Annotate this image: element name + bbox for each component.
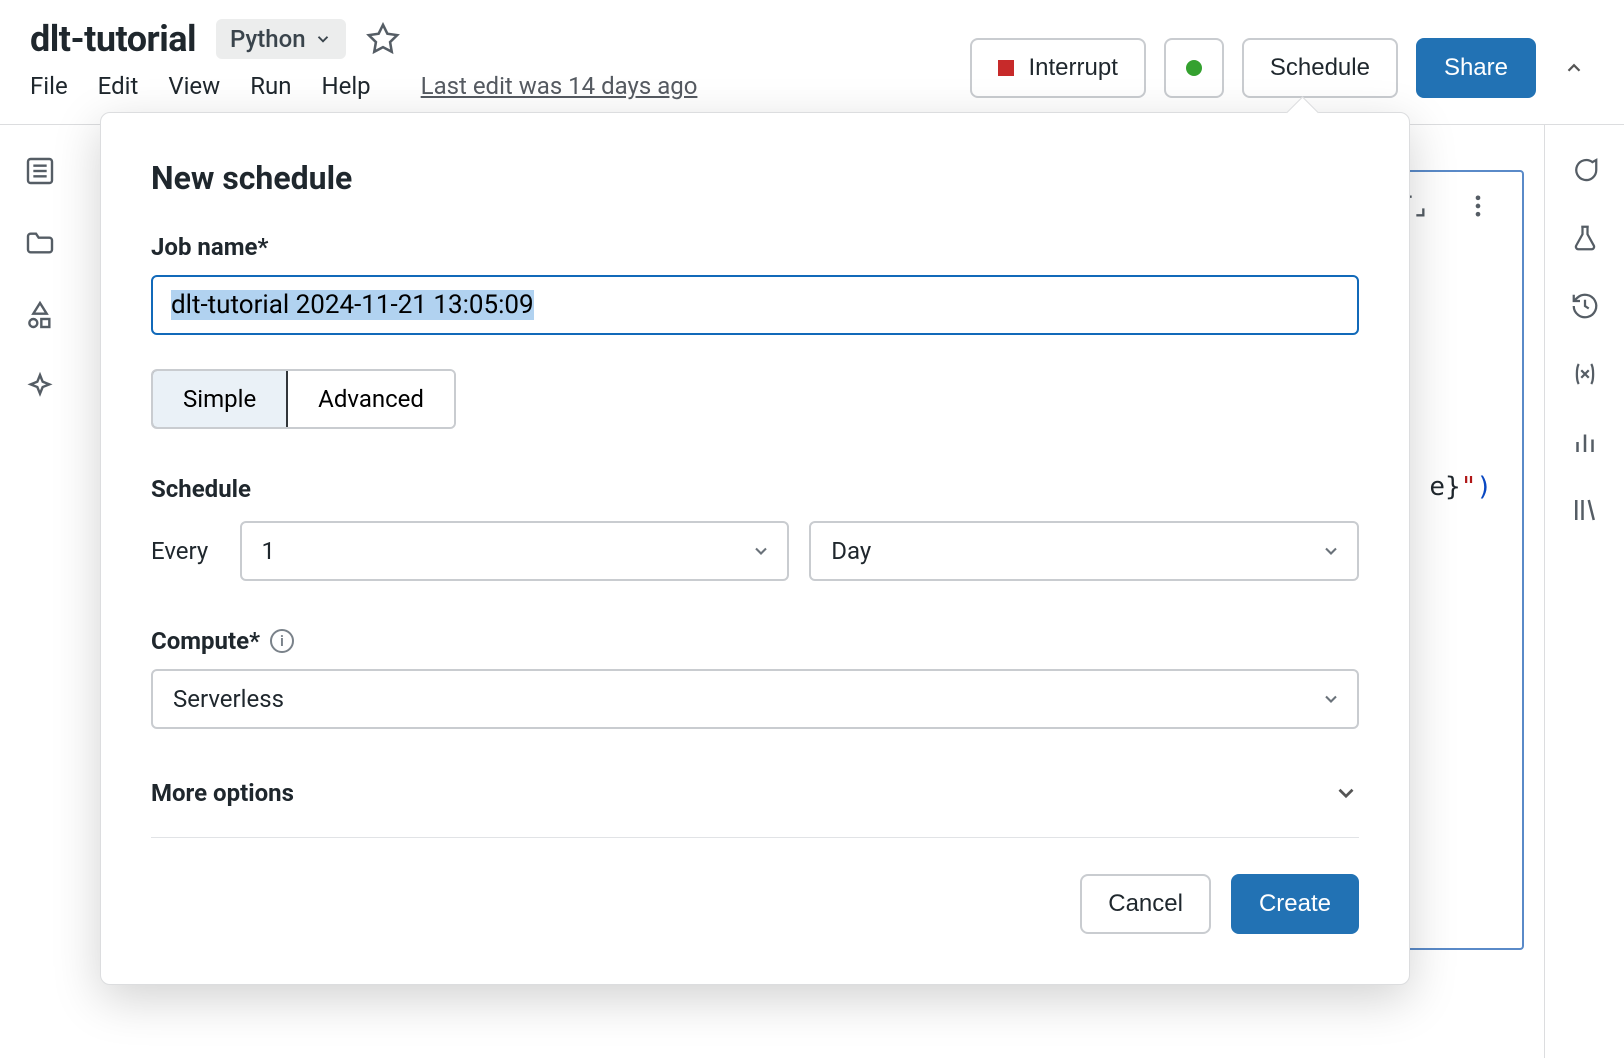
compute-section: Compute* i Serverless bbox=[151, 627, 1359, 729]
interval-value: 1 bbox=[262, 537, 276, 565]
beaker-icon[interactable] bbox=[1570, 223, 1600, 253]
tab-advanced[interactable]: Advanced bbox=[286, 371, 454, 427]
header-left: dlt-tutorial Python File Edit View Run H… bbox=[30, 18, 697, 100]
interrupt-button[interactable]: Interrupt bbox=[970, 38, 1145, 98]
unit-value: Day bbox=[831, 537, 871, 565]
left-rail bbox=[0, 125, 80, 1058]
code-paren: ) bbox=[1476, 472, 1492, 502]
compute-value: Serverless bbox=[173, 685, 284, 713]
schedule-label: Schedule bbox=[151, 475, 1359, 503]
notebook-title[interactable]: dlt-tutorial bbox=[30, 18, 196, 60]
share-label: Share bbox=[1444, 54, 1508, 82]
menu-bar: File Edit View Run Help Last edit was 14… bbox=[30, 72, 697, 100]
menu-view[interactable]: View bbox=[168, 72, 220, 100]
header-right: Interrupt Schedule Share bbox=[970, 18, 1594, 98]
title-row: dlt-tutorial Python bbox=[30, 18, 697, 60]
popover-title: New schedule bbox=[151, 159, 1359, 197]
chevron-down-icon bbox=[1333, 780, 1359, 806]
chevron-down-icon bbox=[314, 30, 332, 48]
compute-label: Compute* i bbox=[151, 627, 1359, 655]
menu-file[interactable]: File bbox=[30, 72, 68, 100]
chevron-down-icon bbox=[1321, 689, 1341, 709]
chevron-up-icon bbox=[1563, 57, 1585, 79]
cancel-button[interactable]: Cancel bbox=[1080, 874, 1211, 934]
notebook-header: dlt-tutorial Python File Edit View Run H… bbox=[0, 0, 1624, 125]
job-name-label: Job name* bbox=[151, 233, 1359, 261]
language-selector[interactable]: Python bbox=[216, 19, 346, 59]
schedule-popover: New schedule Job name* Simple Advanced S… bbox=[100, 112, 1410, 985]
compute-select[interactable]: Serverless bbox=[151, 669, 1359, 729]
stop-icon bbox=[998, 60, 1014, 76]
header-caret-button[interactable] bbox=[1554, 38, 1594, 98]
outline-icon[interactable] bbox=[24, 155, 56, 187]
chart-icon[interactable] bbox=[1570, 427, 1600, 457]
comment-icon[interactable] bbox=[1570, 155, 1600, 185]
tab-simple[interactable]: Simple bbox=[151, 369, 288, 429]
code-brace: e} bbox=[1429, 472, 1460, 502]
menu-help[interactable]: Help bbox=[321, 72, 370, 100]
info-icon[interactable]: i bbox=[270, 629, 294, 653]
create-button[interactable]: Create bbox=[1231, 874, 1359, 934]
every-label: Every bbox=[151, 537, 220, 565]
cell-toolbar bbox=[1400, 192, 1492, 220]
code-quote: " bbox=[1461, 472, 1477, 502]
schedule-button[interactable]: Schedule bbox=[1242, 38, 1398, 98]
shapes-icon[interactable] bbox=[24, 299, 56, 331]
last-edit-link[interactable]: Last edit was 14 days ago bbox=[421, 72, 698, 100]
interval-select[interactable]: 1 bbox=[240, 521, 790, 581]
share-button[interactable]: Share bbox=[1416, 38, 1536, 98]
library-icon[interactable] bbox=[1570, 495, 1600, 525]
more-options-label: More options bbox=[151, 779, 294, 807]
language-label: Python bbox=[230, 25, 306, 53]
unit-select[interactable]: Day bbox=[809, 521, 1359, 581]
star-icon[interactable] bbox=[366, 22, 400, 56]
menu-run[interactable]: Run bbox=[250, 72, 291, 100]
right-rail bbox=[1544, 125, 1624, 1058]
code-fragment: e}") bbox=[1429, 472, 1492, 502]
history-icon[interactable] bbox=[1570, 291, 1600, 321]
schedule-section: Schedule Every 1 Day bbox=[151, 475, 1359, 581]
popover-footer: Cancel Create bbox=[151, 874, 1359, 934]
menu-edit[interactable]: Edit bbox=[98, 72, 139, 100]
schedule-row: Every 1 Day bbox=[151, 521, 1359, 581]
sparkle-icon[interactable] bbox=[24, 371, 56, 403]
more-options-toggle[interactable]: More options bbox=[151, 779, 1359, 838]
chevron-down-icon bbox=[751, 541, 771, 561]
job-name-input[interactable] bbox=[151, 275, 1359, 335]
kernel-status-button[interactable] bbox=[1164, 38, 1224, 98]
schedule-label: Schedule bbox=[1270, 54, 1370, 82]
mode-tabs: Simple Advanced bbox=[151, 369, 456, 429]
folder-icon[interactable] bbox=[24, 227, 56, 259]
status-dot-icon bbox=[1186, 60, 1202, 76]
compute-label-text: Compute* bbox=[151, 627, 260, 655]
interrupt-label: Interrupt bbox=[1028, 54, 1117, 82]
kebab-icon[interactable] bbox=[1464, 192, 1492, 220]
variables-icon[interactable] bbox=[1570, 359, 1600, 389]
chevron-down-icon bbox=[1321, 541, 1341, 561]
